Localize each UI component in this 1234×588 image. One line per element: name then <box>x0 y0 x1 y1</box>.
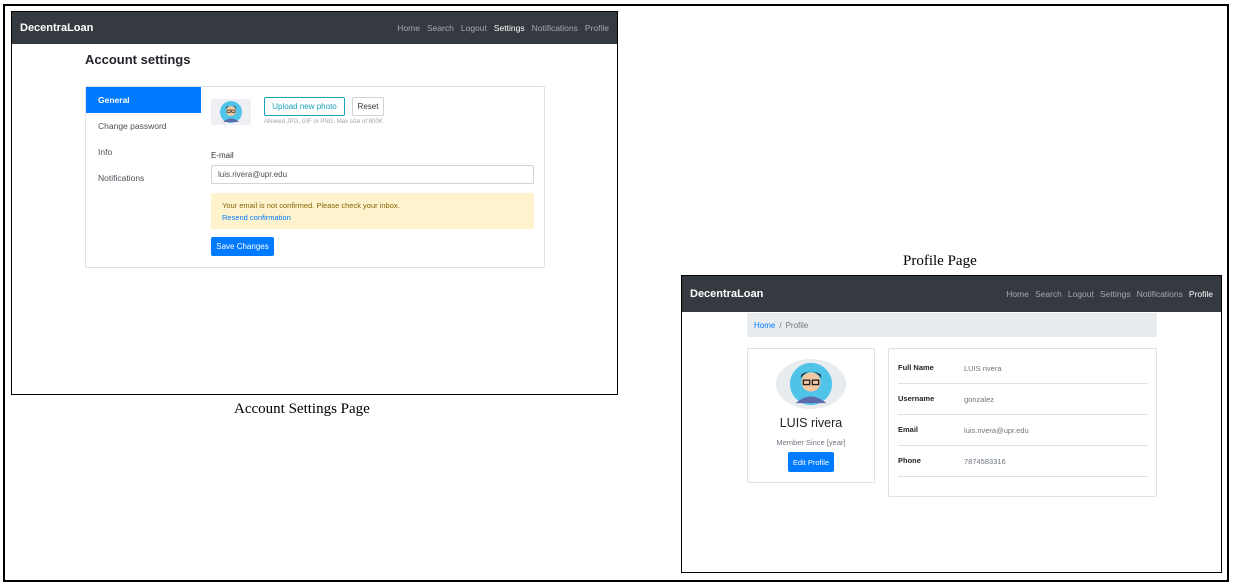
detail-row-email: Email luis.rivera@upr.edu <box>898 415 1148 446</box>
nav-notifications[interactable]: Notifications <box>1137 289 1183 299</box>
breadcrumb: Home / Profile <box>747 313 1157 337</box>
account-settings-caption: Account Settings Page <box>234 401 370 417</box>
detail-row-phone: Phone 7874583316 <box>898 446 1148 477</box>
navbar: DecentraLoan Home Search Logout Settings… <box>682 276 1221 312</box>
upload-photo-button[interactable]: Upload new photo <box>264 97 345 116</box>
detail-label: Full Name <box>898 363 934 372</box>
settings-menu: General Change password Info Notificatio… <box>86 87 201 267</box>
detail-value: gonzalez <box>964 395 995 404</box>
menu-item-general[interactable]: General <box>86 87 201 113</box>
email-field[interactable]: luis.rivera@upr.edu <box>211 165 534 184</box>
profile-caption: Profile Page <box>903 253 977 269</box>
upload-hint: Allowed JPG, GIF or PNG. Max size of 800… <box>264 119 383 125</box>
reset-button[interactable]: Reset <box>352 97 384 116</box>
account-settings-screenshot: DecentraLoan Home Search Logout Settings… <box>11 11 618 395</box>
nav-settings[interactable]: Settings <box>1100 289 1131 299</box>
avatar <box>211 99 251 125</box>
breadcrumb-current: Profile <box>785 320 809 330</box>
member-since: Member Since [year] <box>776 438 846 447</box>
breadcrumb-home-link[interactable]: Home <box>754 321 775 330</box>
resend-confirmation-link[interactable]: Resend confirmation <box>222 212 523 224</box>
nav-profile[interactable]: Profile <box>585 23 609 33</box>
profile-details-card: Full Name LUIS rivera Username gonzalez … <box>888 348 1157 497</box>
save-changes-button[interactable]: Save Changes <box>211 237 274 256</box>
settings-card: General Change password Info Notificatio… <box>85 86 545 268</box>
nav-notifications[interactable]: Notifications <box>532 23 578 33</box>
detail-row-full-name: Full Name LUIS rivera <box>898 353 1148 384</box>
avatar <box>776 359 846 409</box>
detail-label: Username <box>898 394 935 403</box>
page-title: Account settings <box>85 52 191 67</box>
user-avatar-icon <box>789 362 833 406</box>
brand-logo[interactable]: DecentraLoan <box>690 288 763 300</box>
profile-summary-card: LUIS rivera Member Since [year] Edit Pro… <box>747 348 875 483</box>
nav-links: Home Search Logout Settings Notification… <box>397 23 609 33</box>
menu-item-change-password[interactable]: Change password <box>86 113 201 139</box>
detail-value: 7874583316 <box>964 457 1006 466</box>
nav-search[interactable]: Search <box>427 23 454 33</box>
nav-home[interactable]: Home <box>397 23 420 33</box>
email-label: E-mail <box>211 151 234 160</box>
detail-label: Email <box>898 425 919 434</box>
detail-value: LUIS rivera <box>964 364 1002 373</box>
detail-label: Phone <box>898 456 921 465</box>
navbar: DecentraLoan Home Search Logout Settings… <box>12 12 617 44</box>
profile-screenshot: DecentraLoan Home Search Logout Settings… <box>681 275 1222 573</box>
nav-home[interactable]: Home <box>1006 289 1029 299</box>
nav-logout[interactable]: Logout <box>1068 289 1094 299</box>
brand-logo[interactable]: DecentraLoan <box>20 22 93 34</box>
menu-item-notifications[interactable]: Notifications <box>86 165 201 191</box>
nav-logout[interactable]: Logout <box>461 23 487 33</box>
nav-profile[interactable]: Profile <box>1189 289 1213 299</box>
email-not-confirmed-alert: Your email is not confirmed. Please chec… <box>211 193 534 229</box>
detail-value: luis.rivera@upr.edu <box>964 426 1029 435</box>
settings-general-panel: Upload new photo Reset Allowed JPG, GIF … <box>211 87 534 267</box>
alert-text: Your email is not confirmed. Please chec… <box>222 201 400 210</box>
nav-search[interactable]: Search <box>1035 289 1062 299</box>
nav-links: Home Search Logout Settings Notification… <box>1006 289 1213 299</box>
profile-name: LUIS rivera <box>779 416 843 430</box>
detail-row-username: Username gonzalez <box>898 384 1148 415</box>
user-avatar-icon <box>220 101 242 123</box>
nav-settings[interactable]: Settings <box>494 23 525 33</box>
edit-profile-button[interactable]: Edit Profile <box>788 452 834 472</box>
breadcrumb-separator: / <box>779 320 782 330</box>
menu-item-info[interactable]: Info <box>86 139 201 165</box>
